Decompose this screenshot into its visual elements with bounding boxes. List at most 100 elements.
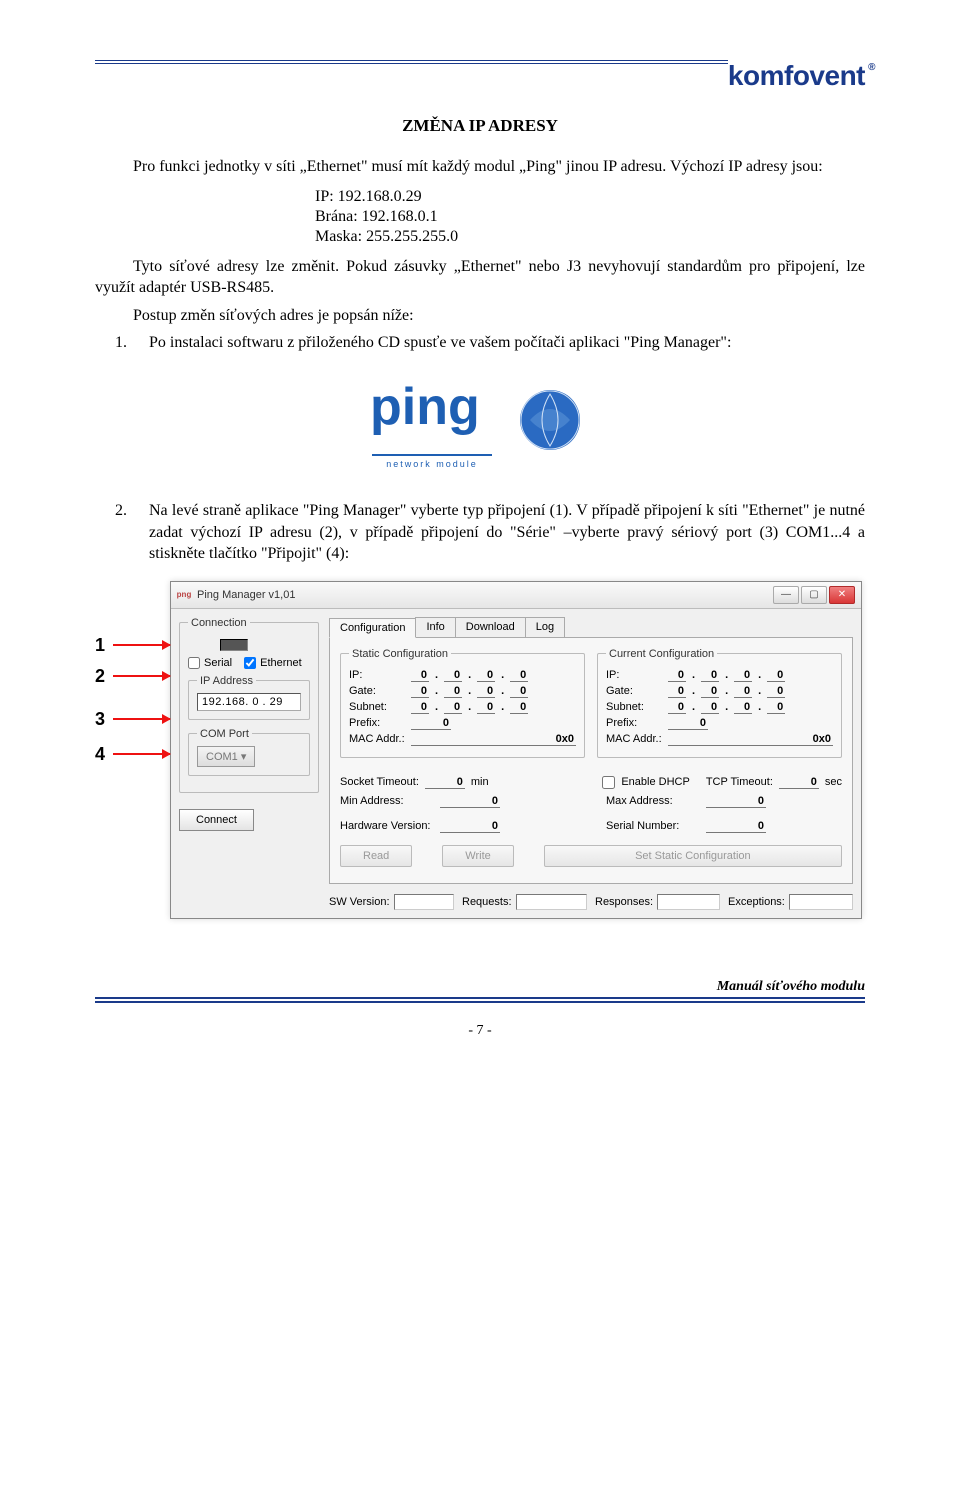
window-title: Ping Manager v1,01 [197,589,773,601]
static-gate-4[interactable] [510,685,528,698]
min-address-label: Min Address: [340,795,440,807]
step-1: Po instalaci softwaru z přiloženého CD s… [131,332,865,354]
sec-unit: sec [825,776,842,788]
hardware-version-value [440,820,500,833]
default-ip: IP: 192.168.0.29 [315,188,865,206]
maximize-button[interactable]: ▢ [801,586,827,604]
static-ip-3[interactable] [477,669,495,682]
cur-prefix-value [668,717,708,730]
callout-4: 4 [95,744,109,765]
responses-label: Responses: [595,896,653,908]
arrow-icon [113,644,170,646]
ip-address-legend: IP Address [197,675,256,687]
requests-label: Requests: [462,896,512,908]
static-subnet-label: Subnet: [349,701,407,713]
ping-logo-subtitle: network module [372,454,492,472]
static-prefix-label: Prefix: [349,717,407,729]
hardware-version-label: Hardware Version: [340,820,440,832]
sw-version-label: SW Version: [329,896,390,908]
exceptions-value [789,894,853,910]
set-static-button[interactable]: Set Static Configuration [544,845,842,867]
minimize-button[interactable]: — [773,586,799,604]
min-address-value [440,795,500,808]
app-icon: png [177,588,191,602]
cur-sub-2 [701,701,719,714]
default-gate: Brána: 192.168.0.1 [315,208,865,226]
default-mask: Maska: 255.255.255.0 [315,228,865,246]
para2: Tyto síťové adresy lze změnit. Pokud zás… [95,256,865,299]
cur-mac-label: MAC Addr.: [606,733,664,745]
cur-ip-3 [734,669,752,682]
connect-button[interactable]: Connect [179,809,254,831]
requests-value [516,894,587,910]
socket-timeout-input[interactable] [425,776,465,789]
cur-subnet-label: Subnet: [606,701,664,713]
page-number: - 7 - [95,1023,865,1039]
static-sub-2[interactable] [444,701,462,714]
exceptions-label: Exceptions: [728,896,785,908]
static-mac-label: MAC Addr.: [349,733,407,745]
com-port-legend: COM Port [197,728,252,740]
static-ip-4[interactable] [510,669,528,682]
close-button[interactable]: ✕ [829,586,855,604]
static-sub-1[interactable] [411,701,429,714]
serial-checkbox[interactable] [188,657,200,669]
serial-label: Serial [204,657,232,669]
ip-address-input[interactable] [197,693,301,711]
current-config-legend: Current Configuration [606,648,717,660]
arrow-icon [113,718,170,720]
cur-gate-3 [734,685,752,698]
cur-ip-2 [701,669,719,682]
static-sub-3[interactable] [477,701,495,714]
sw-version-value [394,894,454,910]
tab-log[interactable]: Log [525,617,565,637]
static-ip-2[interactable] [444,669,462,682]
serial-number-label: Serial Number: [606,820,706,832]
enable-dhcp-label: Enable DHCP [621,776,689,788]
ping-logo: ping network module [370,374,590,472]
arrow-icon [113,753,170,755]
read-button[interactable]: Read [340,845,412,867]
brand-logo: komfovent® [728,60,865,92]
cur-gate-1 [668,685,686,698]
ethernet-label: Ethernet [260,657,302,669]
max-address-value [706,795,766,808]
tab-download[interactable]: Download [455,617,526,637]
arrow-icon [113,675,170,677]
static-prefix-input[interactable] [411,717,451,730]
svg-text:ping: ping [370,378,480,436]
enable-dhcp-checkbox[interactable] [602,776,615,789]
connection-legend: Connection [188,617,250,629]
static-mac-input[interactable] [411,733,576,746]
callout-3: 3 [95,709,109,730]
para3: Postup změn síťových adres je popsán níž… [95,305,865,327]
tab-configuration[interactable]: Configuration [329,618,416,638]
callout-2: 2 [95,666,109,687]
callout-1: 1 [95,635,109,656]
ping-manager-window: png Ping Manager v1,01 — ▢ ✕ Connection … [170,581,862,919]
cur-sub-3 [734,701,752,714]
step-2: Na levé straně aplikace "Ping Manager" v… [131,500,865,565]
cur-ip-1 [668,669,686,682]
write-button[interactable]: Write [442,845,513,867]
static-gate-2[interactable] [444,685,462,698]
min-unit: min [471,776,489,788]
cur-mac-value [668,733,833,746]
static-ip-label: IP: [349,669,407,681]
static-sub-4[interactable] [510,701,528,714]
static-ip-1[interactable] [411,669,429,682]
tab-info[interactable]: Info [415,617,455,637]
com-port-select[interactable]: COM1 ▾ [197,746,255,767]
serial-number-value [706,820,766,833]
intro-paragraph: Pro funkci jednotky v síti „Ethernet" mu… [95,156,865,178]
max-address-label: Max Address: [606,795,706,807]
cur-ip-4 [767,669,785,682]
static-gate-1[interactable] [411,685,429,698]
tcp-timeout-label: TCP Timeout: [706,776,773,788]
static-gate-3[interactable] [477,685,495,698]
cur-ip-label: IP: [606,669,664,681]
static-config-legend: Static Configuration [349,648,451,660]
ethernet-checkbox[interactable] [244,657,256,669]
cur-prefix-label: Prefix: [606,717,664,729]
tcp-timeout-input[interactable] [779,776,819,789]
